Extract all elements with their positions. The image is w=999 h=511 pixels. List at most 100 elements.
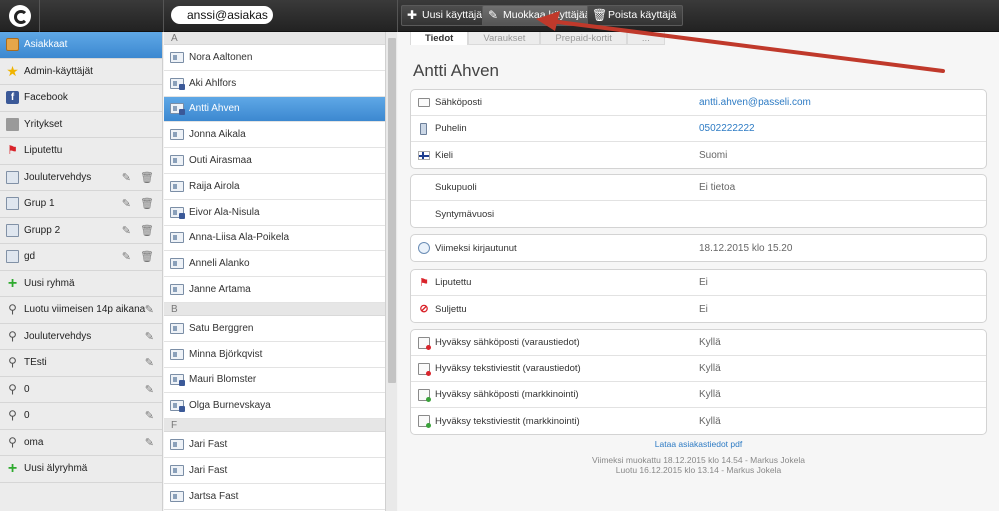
list-item[interactable]: Anneli Alanko xyxy=(164,251,385,278)
sidebar-item-label: 0 xyxy=(24,410,30,422)
sidebar-item-label: Joulutervehdys xyxy=(24,330,92,342)
finland-flag-icon xyxy=(418,150,430,160)
tab-reservations[interactable]: Varaukset xyxy=(468,32,541,45)
sidebar-item-admin-users[interactable]: ★ Admin-käyttäjät xyxy=(0,59,162,85)
edit-pencil-icon[interactable]: ✎ xyxy=(122,250,131,263)
list-item[interactable]: Jari Fast xyxy=(164,458,385,484)
phone-row: Puhelin 0502222222 xyxy=(411,116,986,142)
new-group-button[interactable]: + Uusi ryhmä xyxy=(0,271,162,297)
last-modified-text: Viimeksi muokattu 18.12.2015 klo 14.54 -… xyxy=(592,455,805,465)
download-pdf-link[interactable]: Lataa asiakastiedot pdf xyxy=(398,439,999,449)
list-item[interactable]: Janne Artama xyxy=(164,277,385,303)
list-item[interactable]: Olga Burnevskaya xyxy=(164,393,385,420)
edit-user-button[interactable]: ✎ Muokkaa käyttäjää xyxy=(482,5,598,26)
scrollbar-thumb[interactable] xyxy=(388,38,396,383)
pencil-icon: ✎ xyxy=(487,8,499,22)
sidebar-group-item[interactable]: Grupp 2 ✎ 🗑 xyxy=(0,218,162,244)
contact-card-icon xyxy=(170,129,184,141)
sidebar-item-facebook[interactable]: f Facebook xyxy=(0,85,162,112)
trash-icon[interactable]: 🗑 xyxy=(140,197,154,210)
consent-row: Hyväksy sähköposti (varaustiedot) Kyllä xyxy=(411,330,986,356)
contact-card-icon xyxy=(170,439,184,451)
sidebar-smart-group-item[interactable]: ⚲ oma ✎ xyxy=(0,430,162,456)
contact-name: Eivor Ala-Nisula xyxy=(189,206,260,218)
field-value: Ei xyxy=(699,277,708,288)
list-item[interactable]: Jartsa Fast xyxy=(164,484,385,510)
phone-link[interactable]: 0502222222 xyxy=(699,123,755,134)
user-account-pill[interactable]: anssi@asiakas xyxy=(171,6,273,24)
tab-more[interactable]: ... xyxy=(626,32,665,45)
list-item-selected[interactable]: Antti Ahven xyxy=(164,96,385,123)
edit-pencil-icon[interactable]: ✎ xyxy=(145,383,154,396)
top-toolbar: anssi@asiakas ✚ Uusi käyttäjä ✎ Muokkaa … xyxy=(0,0,999,32)
edit-pencil-icon[interactable]: ✎ xyxy=(122,224,131,237)
trash-icon[interactable]: 🗑 xyxy=(140,224,154,237)
list-item[interactable]: Nora Aaltonen xyxy=(164,45,385,71)
list-item[interactable]: Aki Ahlfors xyxy=(164,71,385,97)
delete-user-label: Poista käyttäjä xyxy=(608,9,677,21)
edit-pencil-icon[interactable]: ✎ xyxy=(145,436,154,449)
plus-icon: + xyxy=(7,460,18,478)
email-link[interactable]: antti.ahven@passeli.com xyxy=(699,97,811,108)
sidebar-item-label: Grupp 2 xyxy=(24,224,61,236)
list-item[interactable]: Mauri Blomster xyxy=(164,368,385,394)
app-logo-icon[interactable] xyxy=(9,5,31,27)
list-item[interactable]: Jonna Aikala xyxy=(164,122,385,149)
field-value: Kyllä xyxy=(699,337,721,348)
personal-info-card: Sukupuoli Ei tietoa Syntymävuosi xyxy=(410,174,987,228)
field-label: Hyväksy tekstiviestit (varaustiedot) xyxy=(435,363,581,374)
new-user-button[interactable]: ✚ Uusi käyttäjä xyxy=(401,5,490,26)
contact-name: Anneli Alanko xyxy=(189,258,250,270)
list-item[interactable]: Eivor Ala-Nisula xyxy=(164,200,385,226)
sidebar-smart-group-item[interactable]: ⚲ Joulutervehdys ✎ xyxy=(0,324,162,350)
list-item[interactable]: Anna-Liisa Ala-Poikela xyxy=(164,226,385,252)
sidebar-item-companies[interactable]: Yritykset xyxy=(0,112,162,138)
list-item[interactable]: Outi Airasmaa xyxy=(164,148,385,174)
sidebar-smart-group-item[interactable]: ⚲ 0 ✎ xyxy=(0,403,162,430)
new-user-label: Uusi käyttäjä xyxy=(422,9,483,21)
field-label: Kieli xyxy=(435,149,453,161)
new-smart-group-button[interactable]: + Uusi älyryhmä xyxy=(0,456,162,483)
search-icon: ⚲ xyxy=(8,328,17,343)
customer-detail-panel: Tiedot Varaukset Prepaid-kortit ... Antt… xyxy=(398,32,999,511)
field-value: Suomi xyxy=(699,149,728,161)
sidebar-group-item[interactable]: gd ✎ 🗑 xyxy=(0,244,162,271)
edit-pencil-icon[interactable]: ✎ xyxy=(122,197,131,210)
delete-user-button[interactable]: 🗑 Poista käyttäjä xyxy=(587,5,684,26)
sidebar-item-label: Liputettu xyxy=(24,145,63,157)
building-icon xyxy=(6,117,19,131)
list-item[interactable]: Raija Airola xyxy=(164,174,385,200)
sidebar-group-item[interactable]: Grup 1 ✎ 🗑 xyxy=(0,191,162,218)
field-label: Suljettu xyxy=(435,303,467,315)
list-scrollbar[interactable] xyxy=(385,32,397,511)
sidebar-group-item[interactable]: Joulutervehdys ✎ 🗑 xyxy=(0,165,162,191)
trash-icon[interactable]: 🗑 xyxy=(140,171,154,184)
contact-card-icon xyxy=(170,322,184,334)
sidebar-item-label: Joulutervehdys xyxy=(24,171,92,183)
email-row: Sähköposti antti.ahven@passeli.com xyxy=(411,90,986,116)
list-item[interactable]: Jari Fast xyxy=(164,432,385,458)
toolbar-divider xyxy=(39,0,40,32)
list-item[interactable]: Satu Berggren xyxy=(164,316,385,342)
sidebar-item-label: Yritykset xyxy=(24,118,63,130)
edit-pencil-icon[interactable]: ✎ xyxy=(122,171,131,184)
sidebar-smart-group-item[interactable]: ⚲ Luotu viimeisen 14p aikana ✎ xyxy=(0,297,162,324)
tab-details[interactable]: Tiedot xyxy=(410,32,469,45)
star-icon: ★ xyxy=(6,62,19,79)
edit-pencil-icon[interactable]: ✎ xyxy=(145,409,154,422)
sidebar-item-flagged[interactable]: ⚑ Liputettu xyxy=(0,138,162,165)
list-item[interactable]: Minna Björkqvist xyxy=(164,342,385,368)
trash-icon[interactable]: 🗑 xyxy=(140,250,154,263)
edit-pencil-icon[interactable]: ✎ xyxy=(145,330,154,343)
edit-pencil-icon[interactable]: ✎ xyxy=(145,303,154,316)
sidebar-smart-group-item[interactable]: ⚲ 0 ✎ xyxy=(0,377,162,403)
language-row: Kieli Suomi xyxy=(411,142,986,168)
facebook-contact-card-icon xyxy=(170,400,185,413)
tab-prepaid-cards[interactable]: Prepaid-kortit xyxy=(540,32,627,45)
search-icon: ⚲ xyxy=(8,355,17,370)
sidebar-smart-group-item[interactable]: ⚲ TEsti ✎ xyxy=(0,350,162,377)
sidebar-item-customers[interactable]: Asiakkaat xyxy=(0,32,162,59)
edit-pencil-icon[interactable]: ✎ xyxy=(145,356,154,369)
trash-icon: 🗑 xyxy=(592,8,608,22)
last-login-row: Viimeksi kirjautunut 18.12.2015 klo 15.2… xyxy=(411,235,986,261)
